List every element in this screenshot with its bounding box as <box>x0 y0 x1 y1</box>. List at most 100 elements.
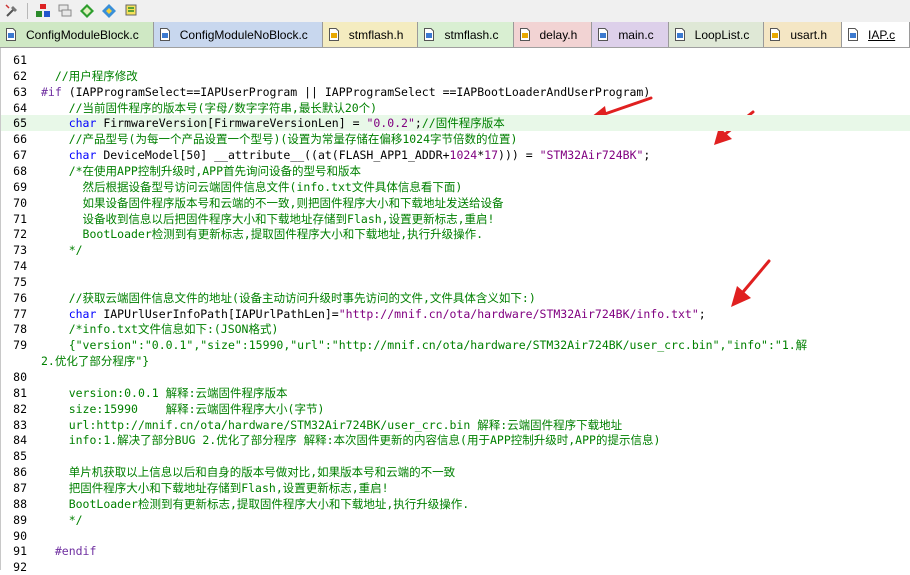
line-number: 78 <box>13 322 27 337</box>
line-number: 90 <box>13 528 27 543</box>
code-token: ; <box>698 306 706 321</box>
code-text: 2.优化了部分程序"} <box>41 353 149 369</box>
code-token: "0.0.2" <box>366 116 415 131</box>
line-number: 80 <box>13 370 27 384</box>
code-line[interactable]: 63 #if (IAPProgramSelect==IAPUserProgram … <box>1 84 910 100</box>
code-line[interactable]: 70 如果设备固件程序版本号和云端的不一致,则把固件程序大小和下载地址发送给设备 <box>1 195 910 211</box>
code-line[interactable]: 65 char FirmwareVersion[FirmwareVersionL… <box>1 115 910 132</box>
code-line[interactable]: 79 {"version":"0.0.1","size":15990,"url"… <box>1 337 910 353</box>
h-file-icon <box>519 28 530 41</box>
line-number: 83 <box>13 417 27 432</box>
h-file-icon <box>328 28 339 41</box>
line-number: 75 <box>13 274 27 289</box>
tab-file[interactable]: LoopList.c <box>668 22 765 47</box>
code-line[interactable]: 81 version:0.0.1 解释:云端固件程序版本 <box>1 385 910 401</box>
tab-file[interactable]: ConfigModuleNoBlock.c <box>153 22 323 47</box>
code-text: /*info.txt文件信息如下:(JSON格式) <box>41 321 279 337</box>
tab-file[interactable]: stmflash.h <box>322 22 419 47</box>
code-line[interactable]: 77 char IAPUrlUserInfoPath[IAPUrlPathLen… <box>1 306 910 322</box>
code-line[interactable]: 75 <box>1 274 910 290</box>
diamond-icon[interactable] <box>78 2 96 20</box>
code-token: char <box>68 116 97 131</box>
code-line[interactable]: 68 /*在使用APP控制升级时,APP首先询问设备的型号和版本 <box>1 163 910 179</box>
line-number: 92 <box>13 560 27 575</box>
c-file-icon <box>6 28 16 41</box>
tab-label: main.c <box>618 27 654 42</box>
code-token: BootLoader检测到有更新标志,提取固件程序大小和下载地址,执行升级操作. <box>68 496 470 511</box>
toolbar-separator <box>27 3 28 19</box>
code-line[interactable]: 85 <box>1 448 910 464</box>
code-line[interactable]: 88 BootLoader检测到有更新标志,提取固件程序大小和下载地址,执行升级… <box>1 496 910 512</box>
build-icon[interactable] <box>3 2 21 20</box>
code-line[interactable]: 67 char DeviceModel[50] __attribute__((a… <box>1 147 910 163</box>
code-line[interactable]: 76 //获取云端固件信息文件的地址(设备主动访问升级时事先访问的文件,文件具体… <box>1 290 910 306</box>
code-line[interactable]: 84 info:1.解决了部分BUG 2.优化了部分程序 解释:本次固件更新的内… <box>1 432 910 448</box>
line-number: 88 <box>13 496 27 511</box>
tab-file[interactable]: main.c <box>592 22 669 47</box>
code-line[interactable]: 2.优化了部分程序"} <box>1 353 910 369</box>
line-number: 89 <box>13 512 27 527</box>
code-token: info:1.解决了部分BUG 2.优化了部分程序 解释:本次固件更新的内容信息… <box>68 433 661 448</box>
code-token: 把固件程序大小和下载地址存储到Flash,设置更新标志,重启! <box>68 480 389 495</box>
code-editor[interactable]: 61 62 //用户程序修改 63 #if (IAPProgramSelect==IA… <box>0 48 910 574</box>
code-line[interactable]: 80 <box>1 369 910 385</box>
code-line[interactable]: 91 #endif <box>1 543 910 559</box>
tab-file[interactable]: ConfigModuleBlock.c <box>0 22 154 47</box>
code-line[interactable]: 86 单片机获取以上信息以后和自身的版本号做对比,如果版本号和云端的不一致 <box>1 464 910 480</box>
code-text: size:15990 解释:云端固件程序大小(字节) <box>41 401 325 417</box>
tab-file[interactable]: IAP.c <box>842 22 910 47</box>
tab-file[interactable]: usart.h <box>764 22 843 47</box>
code-line[interactable]: 62 //用户程序修改 <box>1 68 910 84</box>
line-number: 87 <box>13 480 27 495</box>
tab-file[interactable]: delay.h <box>513 22 593 47</box>
code-token: (IAPProgramSelect==IAPUserProgram || IAP… <box>68 84 651 99</box>
code-token: 2.优化了部分程序"} <box>41 354 150 369</box>
stack-icon[interactable] <box>34 2 52 20</box>
code-line[interactable]: 90 <box>1 528 910 544</box>
code-text: char DeviceModel[50] __attribute__((at(F… <box>41 147 651 163</box>
code-text: */ <box>41 242 83 258</box>
code-line[interactable]: 87 把固件程序大小和下载地址存储到Flash,设置更新标志,重启! <box>1 480 910 496</box>
code-line[interactable]: 83 url:http://mnif.cn/ota/hardware/STM32… <box>1 417 910 433</box>
code-line[interactable]: 78 /*info.txt文件信息如下:(JSON格式) <box>1 321 910 337</box>
code-line[interactable]: 73 */ <box>1 242 910 258</box>
code-text: 单片机获取以上信息以后和自身的版本号做对比,如果版本号和云端的不一致 <box>41 464 455 480</box>
line-number: 73 <box>13 243 27 258</box>
code-line[interactable]: 66 //产品型号(为每一个产品设置一个型号)(设置为常量存储在偏移1024字节… <box>1 131 910 147</box>
target-icon[interactable] <box>100 2 118 20</box>
code-token: {"version":"0.0.1","size":15990,"url":"h… <box>68 338 808 353</box>
line-number: 62 <box>13 68 27 83</box>
code-line[interactable]: 82 size:15990 解释:云端固件程序大小(字节) <box>1 401 910 417</box>
tab-label: stmflash.h <box>348 27 404 42</box>
code-line[interactable]: 64 //当前固件程序的版本号(字母/数字字符串,最长默认20个) <box>1 100 910 116</box>
line-number: 67 <box>13 148 27 163</box>
tab-label: ConfigModuleNoBlock.c <box>179 27 308 42</box>
code-line[interactable]: 71 设备收到信息以后把固件程序大小和下载地址存储到Flash,设置更新标志,重… <box>1 211 910 227</box>
code-text: //当前固件程序的版本号(字母/数字字符串,最长默认20个) <box>41 100 377 116</box>
code-line[interactable]: 72 BootLoader检测到有更新标志,提取固件程序大小和下载地址,执行升级… <box>1 226 910 242</box>
code-line[interactable]: 89 */ <box>1 512 910 528</box>
flag-icon[interactable] <box>122 2 140 20</box>
code-token: /*在使用APP控制升级时,APP首先询问设备的型号和版本 <box>68 163 362 178</box>
tab-label: ConfigModuleBlock.c <box>26 27 139 42</box>
code-line[interactable]: 74 <box>1 258 910 274</box>
layers-icon[interactable] <box>56 2 74 20</box>
code-text: {"version":"0.0.1","size":15990,"url":"h… <box>41 337 807 353</box>
code-line[interactable]: 61 <box>1 52 910 68</box>
code-token: #if <box>41 84 69 99</box>
code-line[interactable]: 69 然后根据设备型号访问云端固件信息文件(info.txt文件具体信息看下面) <box>1 179 910 195</box>
tab-label: delay.h <box>539 27 578 42</box>
code-token: //产品型号(为每一个产品设置一个型号)(设置为常量存储在偏移1024字节倍数的… <box>68 132 518 147</box>
line-number: 63 <box>13 84 27 99</box>
line-number: 74 <box>13 259 27 274</box>
tab-file[interactable]: stmflash.c <box>418 22 514 47</box>
code-line[interactable]: 92 <box>1 559 910 575</box>
code-text: 设备收到信息以后把固件程序大小和下载地址存储到Flash,设置更新标志,重启! <box>41 211 495 227</box>
c-file-icon <box>674 28 685 41</box>
